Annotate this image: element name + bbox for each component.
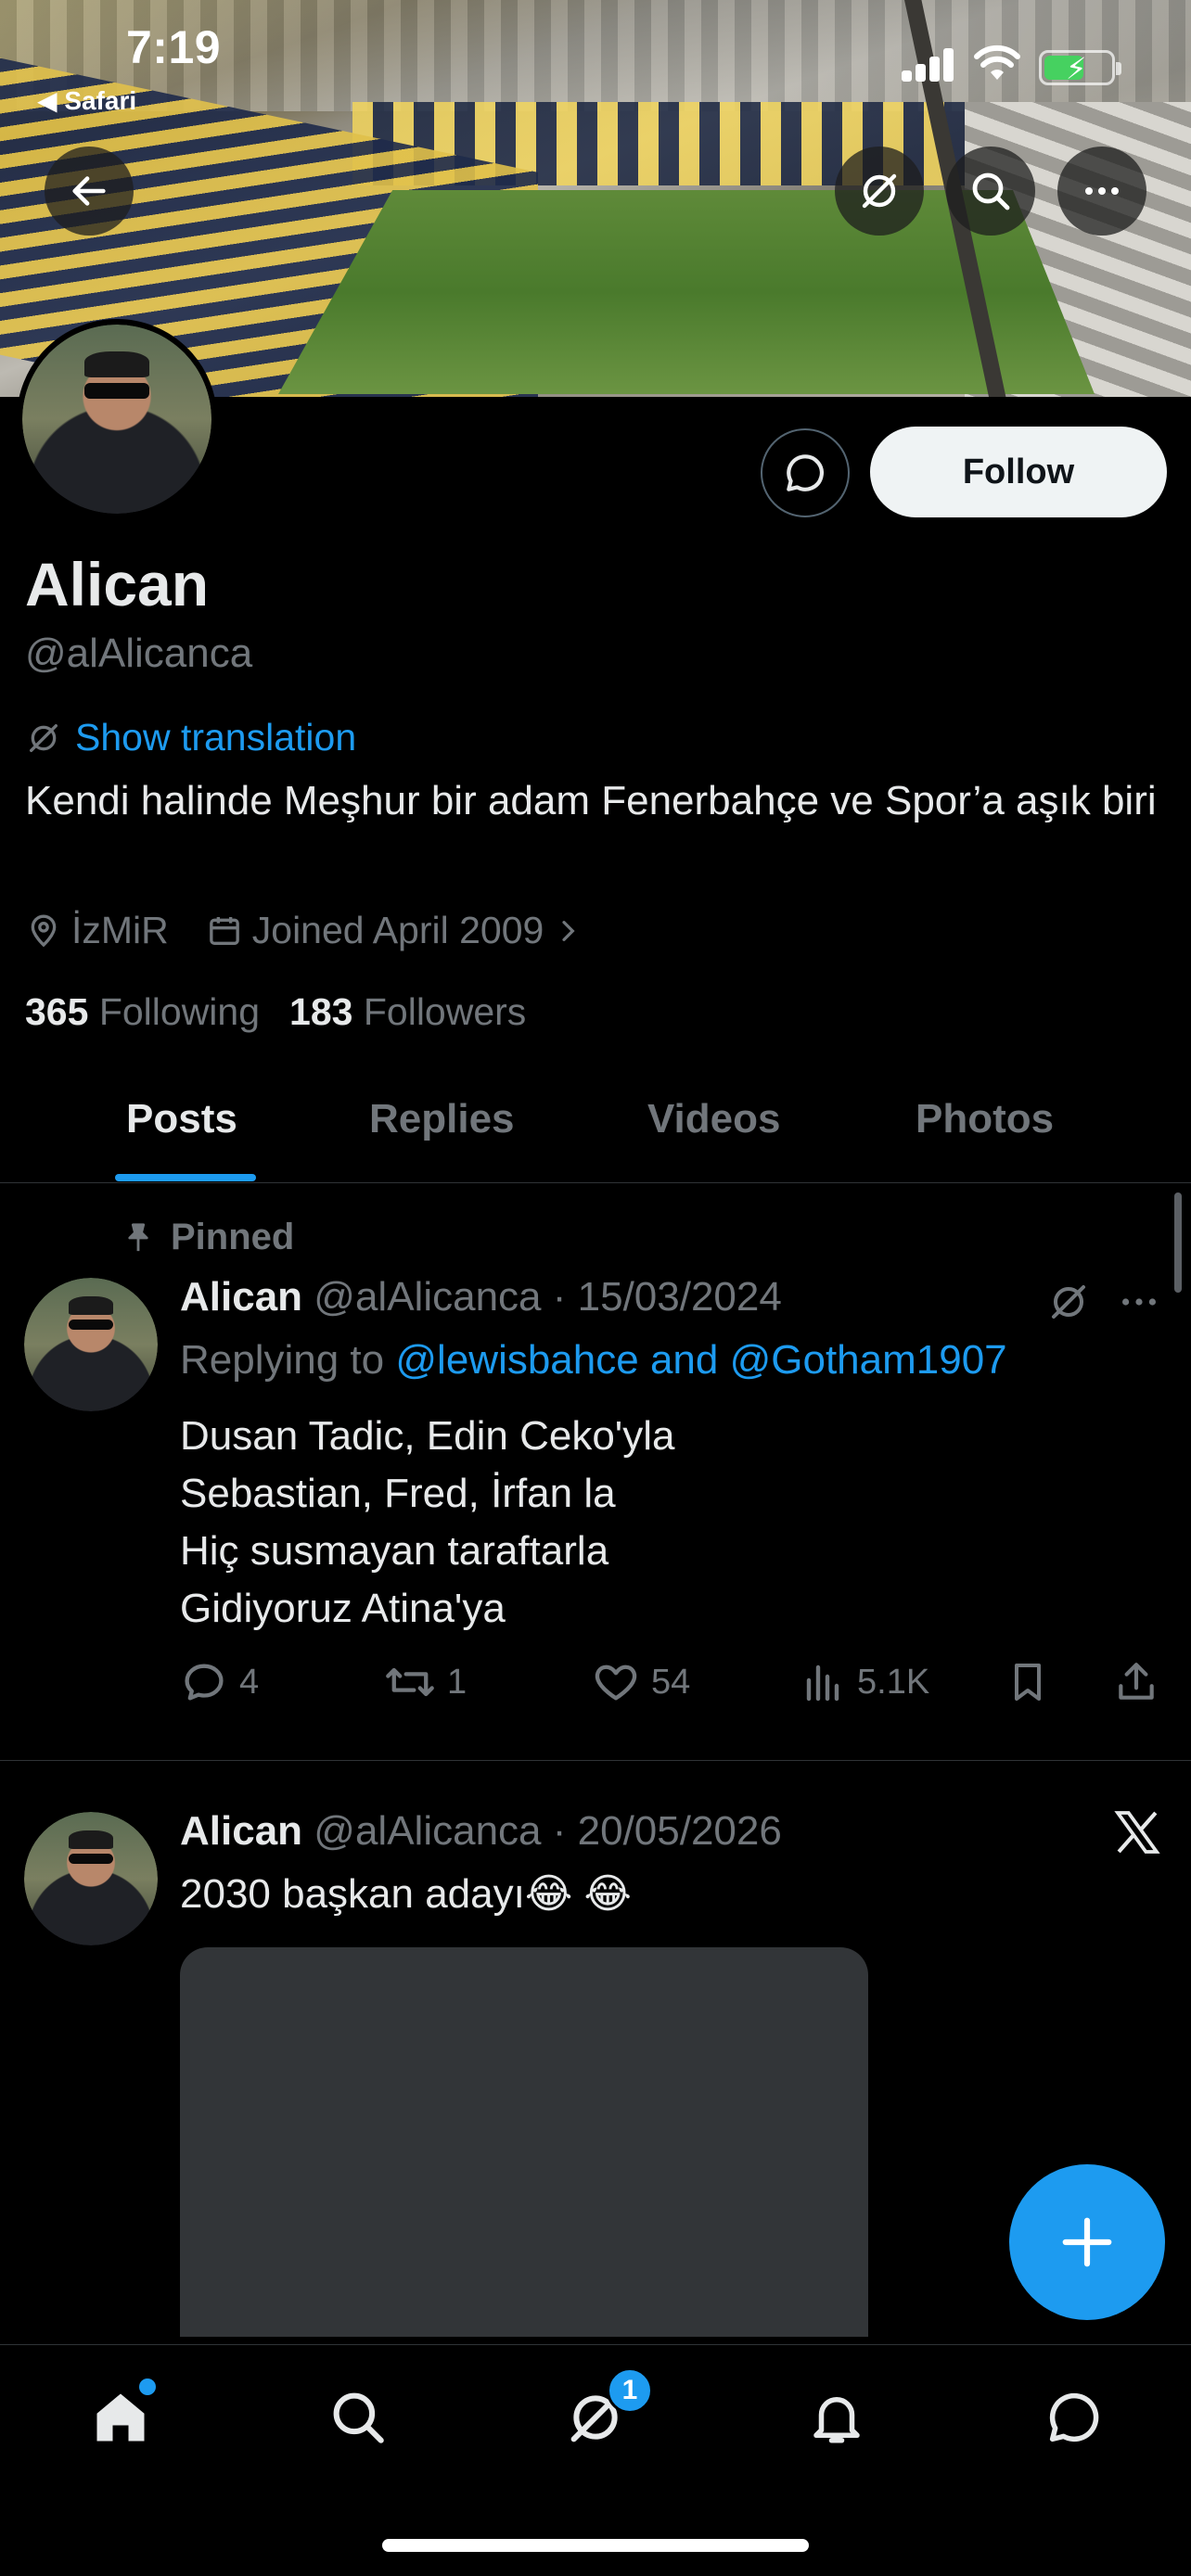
post-divider [0,1760,1191,1761]
profile-avatar[interactable] [17,319,217,519]
share-icon [1119,1663,1154,1700]
post-header: Alican @alAlicanca · 20/05/2026 [180,1808,782,1855]
chevron-right-icon [562,920,575,941]
location-icon [31,914,57,947]
post-text: 2030 başkan adayı😂 😂 [180,1871,632,1917]
more-icon [1085,187,1119,195]
reply-mentions-link[interactable]: @lewisbahce and @Gotham1907 [395,1337,1006,1383]
message-button[interactable] [761,428,850,517]
messages-icon [1049,2392,1099,2442]
plus-icon [1062,2217,1112,2267]
joined-date-link[interactable]: Joined April 2009 [206,909,583,952]
like-button[interactable]: 54 [592,1658,690,1706]
message-icon [787,454,824,491]
back-to-safari-link[interactable]: ◀ Safari [37,85,136,116]
grok-icon[interactable] [1046,1280,1091,1324]
profile-stats: 365 Following 183 Followers [25,990,526,1034]
post-media[interactable] [180,1947,868,2337]
x-logo-icon[interactable] [1111,1806,1163,1858]
post-text: Dusan Tadic, Edin Ceko'yla Sebastian, Fr… [180,1413,675,1631]
repost-icon [386,1667,434,1697]
share-button[interactable] [1113,1658,1159,1706]
grok-button[interactable] [835,147,924,236]
pinned-label: Pinned [122,1217,294,1258]
post-header: Alican @alAlicanca · 15/03/2024 [180,1274,782,1320]
translate-icon [29,723,58,752]
profile-handle: @alAlicanca [25,631,253,676]
nav-search[interactable] [321,2380,395,2455]
views-icon [806,1664,839,1702]
profile-bio: Kendi halinde Meşhur bir adam Fenerbahçe… [25,778,1157,823]
status-bar: 7:19 ◀ Safari ⚡ [0,0,1191,130]
home-indicator[interactable] [382,2539,809,2552]
nav-messages[interactable] [1037,2380,1111,2455]
post-date: · 15/03/2024 [552,1274,782,1320]
post-date: · 20/05/2026 [552,1808,782,1854]
reply-icon [185,1664,224,1701]
battery-icon: ⚡ [1039,50,1121,85]
replying-to: Replying to @lewisbahce and @Gotham1907 [180,1337,1007,1383]
tab-replies[interactable]: Replies [369,1096,515,1142]
post-author-avatar[interactable] [24,1812,158,1945]
bookmark-button[interactable] [1005,1658,1050,1706]
grok-badge: 1 [607,2367,653,2414]
active-tab-indicator [115,1174,256,1181]
like-icon [595,1664,637,1701]
profile-tabs: Posts Replies Videos Photos [0,1076,1191,1183]
compose-post-button[interactable] [1009,2164,1165,2320]
post-actions: 4 1 54 5.1K [180,1658,1172,1714]
profile-display-name: Alican [25,550,210,618]
status-time: 7:19 [126,21,222,73]
cellular-signal-icon [902,48,955,82]
tab-photos[interactable]: Photos [916,1096,1054,1142]
back-button[interactable] [45,147,134,236]
following-link[interactable]: 365 Following [25,990,260,1034]
search-icon [972,172,1010,210]
views-button[interactable]: 5.1K [801,1658,929,1706]
post-author-name[interactable]: Alican [180,1274,302,1320]
back-arrow-icon [72,176,106,206]
tab-posts[interactable]: Posts [126,1096,237,1142]
pin-icon [128,1222,148,1251]
profile-meta: İzMiR Joined April 2009 [25,909,620,952]
profile-joined: Joined April 2009 [251,909,544,951]
search-icon [333,2392,384,2443]
show-translation-label[interactable]: Show translation [75,716,356,759]
show-translation-link[interactable]: Show translation [25,716,356,759]
scroll-indicator[interactable] [1174,1192,1182,1293]
repost-button[interactable]: 1 [384,1658,467,1706]
post-author-name[interactable]: Alican [180,1808,302,1854]
notifications-icon [813,2397,860,2443]
post-author-handle[interactable]: @alAlicanca [314,1274,541,1320]
reply-button[interactable]: 4 [180,1658,259,1706]
followers-link[interactable]: 183 Followers [289,990,526,1034]
post-more-icon[interactable] [1119,1285,1159,1319]
more-options-button[interactable] [1057,147,1146,236]
bookmark-icon [1015,1664,1041,1701]
calendar-icon [209,916,239,945]
grok-icon [862,173,897,209]
post-author-handle[interactable]: @alAlicanca [314,1808,541,1854]
nav-notifications[interactable] [800,2380,874,2455]
follow-button[interactable]: Follow [870,427,1167,517]
profile-location: İzMiR [71,909,169,951]
home-icon [96,2393,145,2442]
home-unread-dot [139,2378,156,2395]
post-author-avatar[interactable] [24,1278,158,1411]
tab-videos[interactable]: Videos [647,1096,780,1142]
search-button[interactable] [946,147,1035,236]
wifi-icon [974,45,1020,80]
